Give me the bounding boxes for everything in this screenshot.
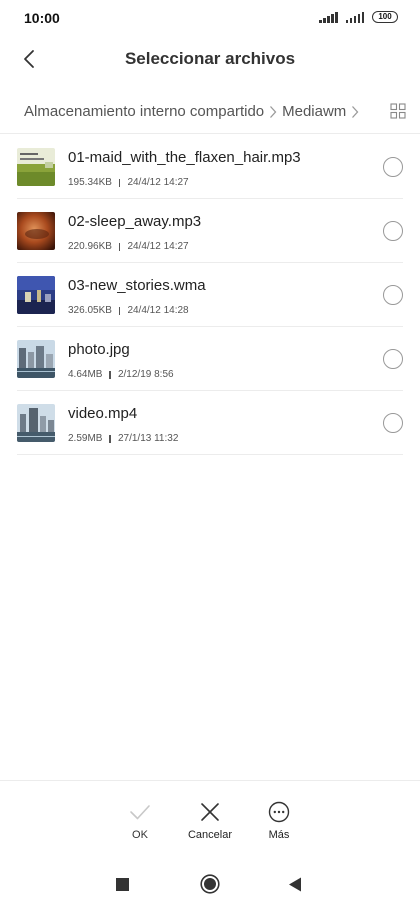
- album-art-thumbnail: [17, 148, 55, 186]
- file-meta: 195.34KB 24/4/12 14:27: [68, 177, 189, 188]
- back-nav-button[interactable]: [288, 877, 302, 897]
- more-button[interactable]: Más: [249, 801, 309, 841]
- file-date: 24/4/12 14:28: [127, 305, 189, 316]
- file-meta: 326.05KB 24/4/12 14:28: [68, 305, 189, 316]
- check-icon: [130, 805, 150, 820]
- list-item[interactable]: 03-new_stories.wma 326.05KB 24/4/12 14:2…: [17, 263, 403, 327]
- select-radio[interactable]: [383, 221, 403, 241]
- status-icons: 100: [319, 11, 398, 23]
- breadcrumb-item-internal-storage[interactable]: Almacenamiento interno compartido: [24, 103, 264, 120]
- file-meta: 2.59MB 27/1/13 11:32: [68, 433, 178, 444]
- meta-divider: [118, 306, 121, 315]
- album-art-thumbnail: [17, 212, 55, 250]
- page-title: Seleccionar archivos: [124, 49, 296, 68]
- file-meta: 4.64MB 2/12/19 8:56: [68, 369, 174, 380]
- home-button[interactable]: [200, 874, 220, 899]
- grid-view-button[interactable]: [390, 103, 406, 119]
- action-bar: OK Cancelar Más: [0, 780, 420, 858]
- breadcrumb-item-mediawm[interactable]: Mediawm: [282, 103, 346, 120]
- select-radio[interactable]: [383, 285, 403, 305]
- home-circle-icon: [200, 874, 220, 894]
- video-thumbnail: [17, 404, 55, 442]
- file-date: 24/4/12 14:27: [127, 177, 189, 188]
- status-time: 10:00: [24, 10, 60, 26]
- file-date: 24/4/12 14:27: [127, 241, 189, 252]
- file-name: 03-new_stories.wma: [68, 277, 206, 294]
- file-size: 220.96KB: [68, 241, 112, 252]
- list-item[interactable]: photo.jpg 4.64MB 2/12/19 8:56: [17, 327, 403, 391]
- select-radio[interactable]: [383, 349, 403, 369]
- file-date: 27/1/13 11:32: [117, 433, 179, 444]
- square-icon: [116, 878, 129, 891]
- more-label: Más: [268, 829, 290, 841]
- file-size: 4.64MB: [68, 369, 103, 380]
- cancel-button[interactable]: Cancelar: [180, 801, 240, 841]
- more-icon: [268, 801, 290, 823]
- list-item[interactable]: video.mp4 2.59MB 27/1/13 11:32: [17, 391, 403, 455]
- breadcrumb: Almacenamiento interno compartido Mediaw…: [0, 90, 420, 134]
- file-list: 01-maid_with_the_flaxen_hair.mp3 195.34K…: [0, 135, 420, 455]
- grid-view-icon: [390, 103, 406, 119]
- meta-divider: [109, 434, 111, 443]
- file-date: 2/12/19 8:56: [117, 369, 174, 380]
- status-bar: 10:00 100: [0, 0, 420, 36]
- file-meta: 220.96KB 24/4/12 14:27: [68, 241, 189, 252]
- signal-icon: [319, 12, 338, 23]
- chevron-right-icon: [268, 104, 278, 120]
- list-item[interactable]: 01-maid_with_the_flaxen_hair.mp3 195.34K…: [17, 135, 403, 199]
- triangle-back-icon: [289, 877, 301, 892]
- file-size: 2.59MB: [68, 433, 103, 444]
- meta-divider: [118, 242, 121, 251]
- ok-label: OK: [132, 829, 148, 841]
- file-name: photo.jpg: [68, 341, 130, 358]
- close-icon: [201, 803, 219, 821]
- album-art-thumbnail: [17, 276, 55, 314]
- select-radio[interactable]: [383, 157, 403, 177]
- file-name: video.mp4: [68, 405, 138, 422]
- list-item[interactable]: 02-sleep_away.mp3 220.96KB 24/4/12 14:27: [17, 199, 403, 263]
- header: Seleccionar archivos: [0, 36, 420, 82]
- file-name: 01-maid_with_the_flaxen_hair.mp3: [68, 149, 301, 166]
- battery-icon: 100: [372, 11, 398, 23]
- cancel-label: Cancelar: [187, 829, 233, 841]
- file-size: 195.34KB: [68, 177, 112, 188]
- file-name: 02-sleep_away.mp3: [68, 213, 202, 230]
- ok-button[interactable]: OK: [110, 801, 170, 841]
- select-radio[interactable]: [383, 413, 403, 433]
- signal-icon: [345, 12, 364, 23]
- chevron-right-icon: [350, 104, 360, 120]
- recents-button[interactable]: [116, 878, 130, 897]
- photo-thumbnail: [17, 340, 55, 378]
- system-nav-bar: [0, 858, 420, 910]
- meta-divider: [118, 178, 121, 187]
- meta-divider: [109, 370, 111, 379]
- file-size: 326.05KB: [68, 305, 112, 316]
